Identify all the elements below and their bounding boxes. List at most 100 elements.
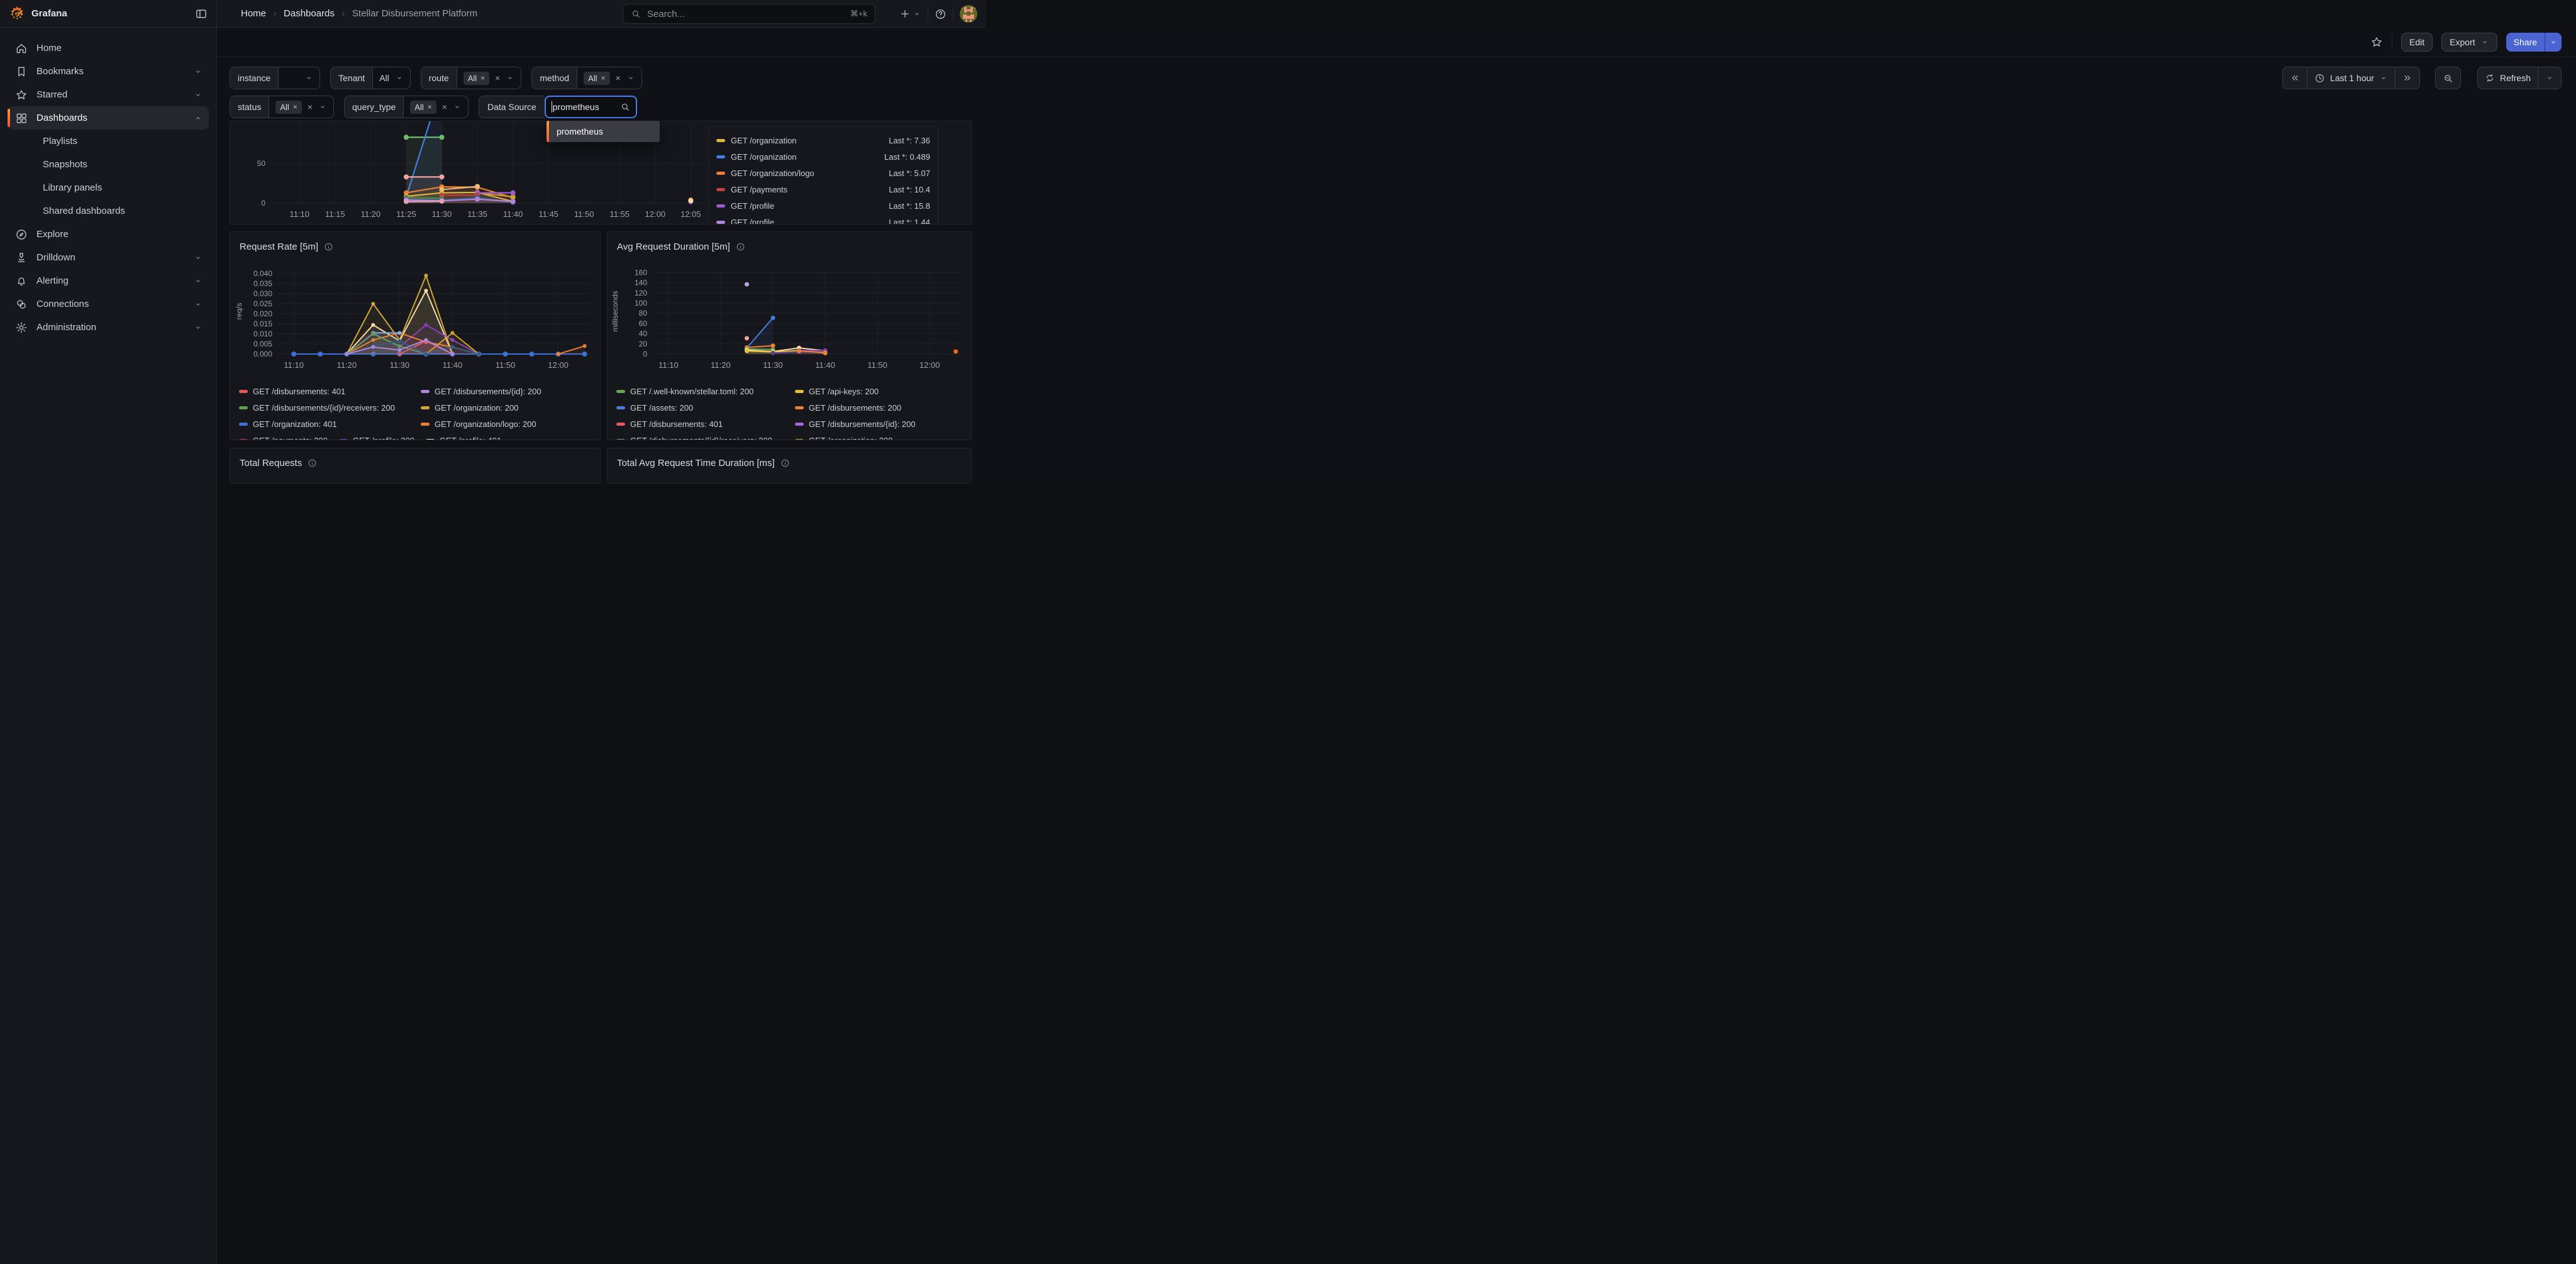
- legend-item[interactable]: GET /payments: 200: [239, 432, 328, 440]
- legend-item[interactable]: GET /disbursements/{id}: 200: [421, 383, 591, 399]
- filter-tenant[interactable]: TenantAll: [330, 67, 411, 89]
- search-input[interactable]: Search... ⌘+k: [623, 4, 875, 24]
- legend-item[interactable]: GET /api-keys: 200: [795, 383, 962, 399]
- dropdown-option-prometheus[interactable]: prometheus: [549, 121, 660, 142]
- refresh-button[interactable]: Refresh: [2477, 67, 2538, 89]
- legend-item[interactable]: GET /profileLast *: 1.44: [716, 214, 930, 225]
- legend-item[interactable]: GET /disbursements/{id}: 200: [795, 416, 962, 432]
- filter-instance[interactable]: instance: [230, 67, 320, 89]
- legend-item[interactable]: GET /paymentsLast *: 10.4: [716, 181, 930, 197]
- time-range-picker[interactable]: Last 1 hour: [2307, 67, 2396, 89]
- sidebar-item-explore[interactable]: Explore: [8, 223, 209, 246]
- filter-query_type[interactable]: query_typeAll××: [344, 96, 469, 118]
- svg-text:11:10: 11:10: [289, 209, 309, 219]
- help-button[interactable]: [935, 8, 947, 20]
- sidebar-item-starred[interactable]: Starred: [8, 83, 209, 106]
- legend-item[interactable]: GET /profile: 200: [339, 432, 414, 440]
- svg-text:11:15: 11:15: [325, 209, 345, 219]
- breadcrumb-dashboards[interactable]: Dashboards: [284, 8, 335, 19]
- datasource-value: prometheus: [553, 102, 620, 112]
- info-icon[interactable]: [736, 242, 745, 252]
- svg-text:12:00: 12:00: [645, 209, 666, 219]
- datasource-input[interactable]: prometheus: [545, 96, 637, 118]
- avg-duration-chart[interactable]: 02040608010012014016011:1011:2011:3011:4…: [608, 260, 971, 383]
- datasource-dropdown: prometheus: [547, 121, 660, 142]
- share-button[interactable]: Share: [2506, 33, 2545, 52]
- sidebar-item-drilldown[interactable]: Drilldown: [8, 246, 209, 269]
- legend-item[interactable]: GET /disbursements/{id}/receivers: 200: [616, 432, 784, 440]
- export-button[interactable]: Export: [2441, 33, 2497, 52]
- sidebar-item-bookmarks[interactable]: Bookmarks: [8, 60, 209, 83]
- sidebar-item-shared-dashboards[interactable]: Shared dashboards: [8, 199, 209, 223]
- sidebar-item-label: Starred: [36, 89, 185, 100]
- sidebar-item-dashboards[interactable]: Dashboards: [8, 106, 209, 130]
- legend-item[interactable]: GET /disbursements: 200: [795, 399, 962, 416]
- share-dropdown-button[interactable]: [2545, 33, 2562, 52]
- legend-item[interactable]: GET /organizationLast *: 7.36: [716, 132, 930, 148]
- favorite-star-icon[interactable]: [2370, 36, 2383, 48]
- chevron-down-icon: [453, 103, 462, 111]
- time-zoom-out-button[interactable]: [2435, 67, 2461, 89]
- filter-status[interactable]: statusAll××: [230, 96, 334, 118]
- legend-item[interactable]: GET /organizationLast *: 0.489: [716, 148, 930, 165]
- sidebar-nav: HomeBookmarksStarredDashboardsPlaylistsS…: [0, 28, 217, 1264]
- chip-remove-icon[interactable]: ×: [601, 74, 606, 82]
- zoom-out-icon: [2443, 73, 2453, 84]
- filter-value-chip[interactable]: All×: [275, 101, 301, 114]
- request-rate-chart[interactable]: 0.0000.0050.0100.0150.0200.0250.0300.035…: [230, 260, 600, 383]
- filter-clear-icon[interactable]: ×: [308, 102, 313, 112]
- datasource-label: Data Source: [479, 96, 545, 118]
- filter-value-chip[interactable]: All×: [410, 101, 436, 114]
- svg-text:11:10: 11:10: [658, 360, 679, 370]
- apps-icon: [15, 112, 28, 125]
- sidebar-item-connections[interactable]: Connections: [8, 292, 209, 316]
- sidebar-item-home[interactable]: Home: [8, 36, 209, 60]
- legend-item[interactable]: GET /organization: 200: [421, 399, 591, 416]
- sidebar-toggle-icon[interactable]: [195, 8, 208, 20]
- chip-remove-icon[interactable]: ×: [428, 103, 432, 111]
- filter-clear-icon[interactable]: ×: [495, 73, 500, 83]
- legend-series-label: GET /organization: [731, 152, 879, 162]
- time-shift-forward-button[interactable]: [2396, 67, 2420, 89]
- refresh-interval-dropdown[interactable]: [2538, 67, 2562, 89]
- info-icon[interactable]: [780, 458, 790, 468]
- legend-item[interactable]: GET /organization/logoLast *: 5.07: [716, 165, 930, 181]
- legend-item[interactable]: GET /organization/logo: 200: [421, 416, 591, 432]
- time-shift-back-button[interactable]: [2282, 67, 2307, 89]
- legend-item[interactable]: GET /profile: 401: [426, 432, 501, 440]
- legend-item[interactable]: GET /disbursements: 401: [239, 383, 409, 399]
- filter-label: Tenant: [331, 67, 373, 89]
- avatar[interactable]: [960, 5, 977, 23]
- svg-text:11:30: 11:30: [432, 209, 452, 219]
- legend-item[interactable]: GET /.well-known/stellar.toml: 200: [616, 383, 784, 399]
- filter-method[interactable]: methodAll××: [531, 67, 641, 89]
- filter-route[interactable]: routeAll××: [421, 67, 522, 89]
- filter-clear-icon[interactable]: ×: [442, 102, 447, 112]
- filter-value-chip[interactable]: All×: [464, 72, 489, 85]
- legend-item[interactable]: GET /organization: 401: [239, 416, 409, 432]
- info-icon[interactable]: [308, 458, 317, 468]
- legend-item[interactable]: GET /disbursements: 401: [616, 416, 784, 432]
- edit-button[interactable]: Edit: [2401, 33, 2433, 52]
- breadcrumb-home[interactable]: Home: [241, 8, 266, 19]
- legend-series-label: GET /.well-known/stellar.toml: 200: [630, 387, 753, 396]
- info-icon[interactable]: [324, 242, 333, 252]
- legend-series-marker: [716, 172, 725, 175]
- sidebar-item-library-panels[interactable]: Library panels: [8, 176, 209, 199]
- legend-item[interactable]: GET /disbursements/{id}/receivers: 200: [239, 399, 409, 416]
- legend-item[interactable]: GET /assets: 200: [616, 399, 784, 416]
- legend-item[interactable]: GET /organization: 200: [795, 432, 962, 440]
- sidebar-item-administration[interactable]: Administration: [8, 316, 209, 339]
- sidebar-item-playlists[interactable]: Playlists: [8, 130, 209, 153]
- chip-remove-icon[interactable]: ×: [480, 74, 485, 82]
- filter-value-chip[interactable]: All×: [584, 72, 609, 85]
- legend-item[interactable]: GET /profileLast *: 15.8: [716, 197, 930, 214]
- svg-text:0: 0: [261, 199, 265, 208]
- add-button[interactable]: [899, 8, 921, 19]
- sidebar-item-alerting[interactable]: Alerting: [8, 269, 209, 292]
- chip-remove-icon[interactable]: ×: [293, 103, 297, 111]
- filter-clear-icon[interactable]: ×: [616, 73, 621, 83]
- breadcrumb: Home Dashboards Stellar Disbursement Pla…: [241, 8, 477, 19]
- legend-series-value: Last *: 10.4: [889, 185, 930, 194]
- sidebar-item-snapshots[interactable]: Snapshots: [8, 153, 209, 176]
